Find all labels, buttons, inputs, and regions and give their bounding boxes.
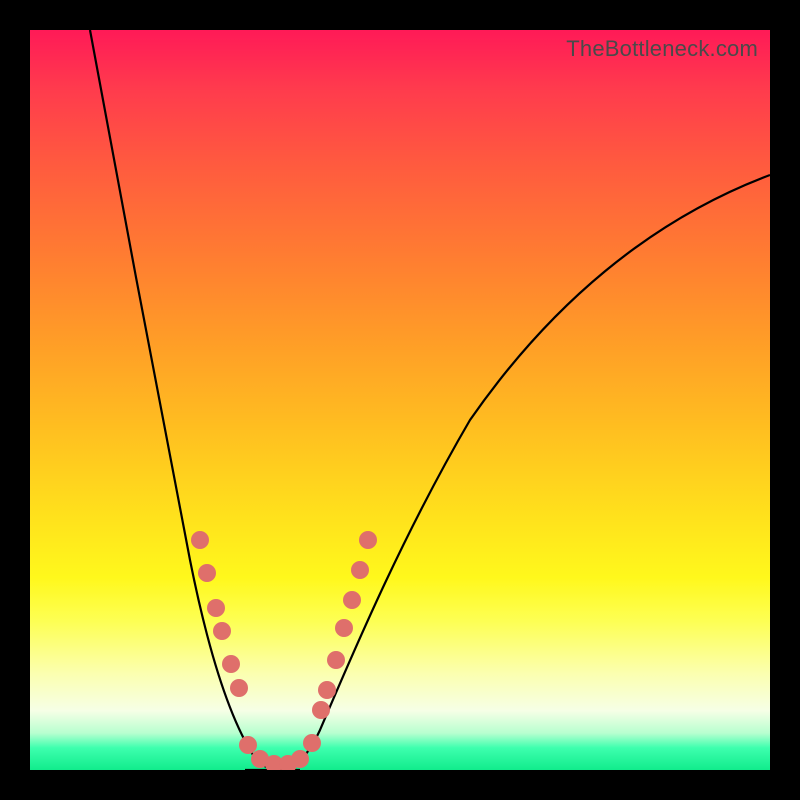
curve-marker bbox=[207, 599, 225, 617]
curve-marker bbox=[303, 734, 321, 752]
curve-marker bbox=[198, 564, 216, 582]
curve-marker bbox=[312, 701, 330, 719]
chart-frame: TheBottleneck.com bbox=[0, 0, 800, 800]
chart-svg bbox=[30, 30, 770, 770]
left-curve bbox=[90, 30, 280, 770]
curve-marker bbox=[351, 561, 369, 579]
curve-marker bbox=[191, 531, 209, 549]
curve-marker bbox=[222, 655, 240, 673]
curve-marker bbox=[359, 531, 377, 549]
curve-marker bbox=[230, 679, 248, 697]
curve-marker bbox=[239, 736, 257, 754]
curve-marker bbox=[327, 651, 345, 669]
curve-marker bbox=[318, 681, 336, 699]
right-curve bbox=[280, 175, 770, 770]
curve-marker bbox=[213, 622, 231, 640]
curve-marker bbox=[335, 619, 353, 637]
curve-marker bbox=[343, 591, 361, 609]
plot-area: TheBottleneck.com bbox=[30, 30, 770, 770]
curve-marker bbox=[291, 750, 309, 768]
